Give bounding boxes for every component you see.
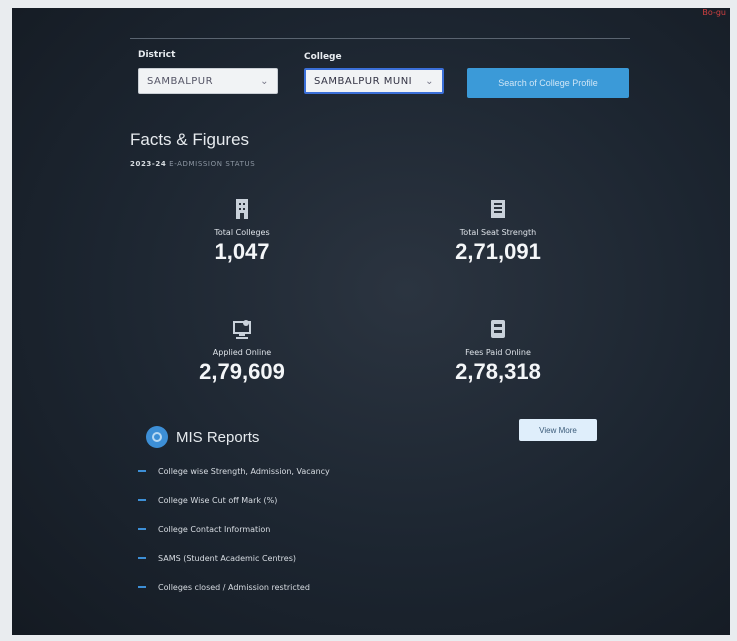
stat-total-colleges: Total Colleges 1,047 — [152, 198, 332, 265]
search-college-profile-button[interactable]: Search of College Profile — [467, 68, 629, 98]
filter-divider — [130, 38, 630, 39]
stat-label: Total Seat Strength — [459, 228, 537, 237]
facts-year-note: E-ADMISSION STATUS — [169, 160, 256, 168]
mis-report-list: College wise Strength, Admission, Vacanc… — [138, 464, 330, 609]
report-link[interactable]: College Contact Information — [158, 525, 270, 534]
monitor-icon — [233, 320, 251, 339]
dash-icon — [138, 586, 146, 588]
globe-icon — [146, 426, 168, 448]
mis-header: MIS Reports — [146, 426, 259, 448]
district-select[interactable]: SAMBALPUR ⌄ — [138, 68, 278, 94]
report-link[interactable]: College Wise Cut off Mark (%) — [158, 496, 277, 505]
report-link[interactable]: College wise Strength, Admission, Vacanc… — [158, 467, 330, 476]
dash-icon — [138, 470, 146, 472]
view-more-button[interactable]: View More — [519, 419, 597, 441]
dash-icon — [138, 557, 146, 559]
corner-mark: Bo-gu — [702, 8, 726, 17]
stat-label: Total Colleges — [214, 228, 270, 237]
building-icon — [236, 199, 248, 219]
district-label: District — [138, 50, 176, 60]
district-value: SAMBALPUR — [147, 75, 214, 87]
dash-icon — [138, 528, 146, 530]
stat-value: 1,047 — [214, 239, 270, 264]
facts-year: 2023-24 — [130, 160, 167, 168]
college-label: College — [304, 52, 342, 62]
stat-total-seat-strength: Total Seat Strength 2,71,091 — [408, 198, 588, 265]
list-item[interactable]: College Contact Information — [138, 522, 330, 536]
stat-label: Fees Paid Online — [465, 348, 531, 357]
filter-bar: District SAMBALPUR ⌄ College SAMBALPUR M… — [130, 38, 630, 100]
report-link[interactable]: SAMS (Student Academic Centres) — [158, 554, 296, 563]
dash-icon — [138, 499, 146, 501]
list-item[interactable]: College wise Strength, Admission, Vacanc… — [138, 464, 330, 478]
college-value: SAMBALPUR MUNI — [314, 75, 413, 87]
stat-applied-online: Applied Online 2,79,609 — [152, 318, 332, 385]
facts-subtitle: 2023-24 E-ADMISSION STATUS — [130, 160, 255, 168]
main-panel: Bo-gu District SAMBALPUR ⌄ College SAMBA… — [12, 8, 730, 635]
list-item[interactable]: SAMS (Student Academic Centres) — [138, 551, 330, 565]
chevron-down-icon: ⌄ — [425, 75, 434, 87]
stat-value: 2,78,318 — [455, 359, 541, 384]
stat-value: 2,79,609 — [199, 359, 285, 384]
facts-title: Facts & Figures — [130, 130, 250, 149]
stat-label: Applied Online — [212, 348, 272, 357]
stat-value: 2,71,091 — [455, 239, 541, 264]
receipt-icon — [491, 320, 505, 338]
register-icon — [491, 200, 505, 218]
list-item[interactable]: Colleges closed / Admission restricted — [138, 580, 330, 594]
college-select[interactable]: SAMBALPUR MUNI ⌄ — [304, 68, 444, 94]
list-item[interactable]: College Wise Cut off Mark (%) — [138, 493, 330, 507]
mis-title: MIS Reports — [176, 428, 260, 446]
stat-fees-paid-online: Fees Paid Online 2,78,318 — [408, 318, 588, 385]
chevron-down-icon: ⌄ — [260, 75, 269, 87]
report-link[interactable]: Colleges closed / Admission restricted — [158, 583, 310, 592]
